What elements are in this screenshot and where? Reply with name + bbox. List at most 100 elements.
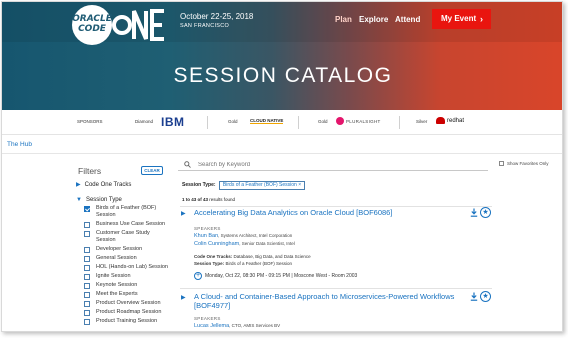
option-label: Ignite Session bbox=[96, 273, 131, 279]
divider bbox=[180, 288, 492, 289]
active-filter-chip[interactable]: Birds of a Feather (BOF) Session × bbox=[218, 181, 306, 190]
star-icon[interactable]: ★ bbox=[480, 291, 491, 302]
filters-title: Filters bbox=[78, 166, 102, 176]
download-icon[interactable] bbox=[470, 292, 478, 301]
one-logo-icon bbox=[112, 9, 164, 41]
oracle-code-logo[interactable]: ORACLE CODE bbox=[72, 5, 112, 45]
checkbox[interactable] bbox=[84, 283, 90, 289]
filter-option[interactable]: General Session bbox=[84, 255, 170, 262]
cloud-native-logo[interactable]: CLOUD NATIVE bbox=[250, 118, 284, 124]
logo-line1: ORACLE bbox=[72, 14, 112, 24]
session-type-toggle[interactable]: ▼ Session Type bbox=[76, 197, 122, 203]
favorites-only-toggle[interactable]: Show Favorites Only bbox=[499, 161, 549, 166]
type-value: Birds of a Feather (BOF) Session bbox=[225, 261, 292, 266]
nav-plan[interactable]: Plan bbox=[335, 15, 352, 24]
results-count: 1 to 43 of 43 results found bbox=[182, 197, 235, 202]
filter-option[interactable]: Developer Session bbox=[84, 246, 170, 253]
option-label: Developer Session bbox=[96, 246, 143, 252]
clear-filters-button[interactable]: CLEAR bbox=[141, 166, 163, 175]
filter-option[interactable]: Meet the Experts bbox=[84, 291, 170, 298]
nav-attend[interactable]: Attend bbox=[395, 15, 420, 24]
filters-panel: Filters CLEAR ▶ Code One Tracks ▼ Session … bbox=[70, 160, 170, 331]
option-label: Meet the Experts bbox=[96, 291, 138, 297]
search-input[interactable] bbox=[198, 160, 478, 170]
session-title[interactable]: A Cloud- and Container-Based Approach to… bbox=[194, 292, 464, 310]
speakers-label: SPEAKERS bbox=[194, 226, 221, 231]
redhat-hat-icon bbox=[436, 117, 445, 124]
close-icon[interactable]: × bbox=[298, 182, 301, 188]
speaker: Colin Cunningham, Senior Data Scientist,… bbox=[194, 241, 295, 247]
checkbox[interactable] bbox=[499, 161, 504, 166]
add-to-schedule-icon[interactable]: + bbox=[194, 272, 202, 280]
favorites-only-label: Show Favorites Only bbox=[507, 161, 549, 166]
checkbox[interactable] bbox=[84, 301, 90, 307]
option-label: Product Roadmap Session bbox=[96, 309, 162, 315]
checkbox[interactable] bbox=[84, 274, 90, 280]
filter-option[interactable]: Product Training Session bbox=[84, 318, 170, 325]
speaker-name[interactable]: Colin Cunningham bbox=[194, 241, 239, 247]
option-label: Product Training Session bbox=[96, 318, 158, 324]
code-one-tracks-toggle[interactable]: ▶ Code One Tracks bbox=[76, 181, 131, 188]
caret-right-icon[interactable]: ▶ bbox=[181, 210, 186, 217]
speaker-role: , Systems Architect, Intel Corporation bbox=[218, 233, 293, 238]
divider bbox=[399, 116, 400, 129]
tier-diamond: Diamond bbox=[135, 119, 154, 124]
download-icon[interactable] bbox=[470, 208, 478, 217]
tier-gold-1: Gold bbox=[228, 119, 238, 124]
caret-right-icon[interactable]: ▶ bbox=[181, 294, 186, 301]
option-label: General Session bbox=[96, 255, 137, 261]
page-title: SESSION CATALOG bbox=[173, 64, 393, 87]
speaker-name[interactable]: Khun Ban bbox=[194, 233, 218, 239]
option-label: Product Overview Session bbox=[96, 300, 161, 306]
event-city: SAN FRANCISCO bbox=[180, 23, 230, 29]
checkbox[interactable] bbox=[84, 256, 90, 262]
caret-right-icon: ▶ bbox=[76, 182, 81, 188]
checkbox[interactable] bbox=[84, 265, 90, 271]
divider bbox=[207, 116, 208, 129]
checkbox[interactable] bbox=[84, 310, 90, 316]
star-icon[interactable]: ★ bbox=[480, 207, 491, 218]
filter-option[interactable]: Ignite Session bbox=[84, 273, 170, 280]
speaker-role: , CTO, AMIS Services BV bbox=[229, 323, 281, 328]
filter-option[interactable]: Product Overview Session bbox=[84, 300, 170, 307]
my-event-label: My Event bbox=[441, 14, 477, 23]
tier-silver: Silver bbox=[416, 119, 428, 124]
speaker-name[interactable]: Lucas Jellema bbox=[194, 323, 229, 329]
speaker: Lucas Jellema, CTO, AMIS Services BV bbox=[194, 323, 280, 329]
checkbox[interactable] bbox=[84, 231, 90, 237]
nav-explore[interactable]: Explore bbox=[359, 15, 388, 24]
filter-option[interactable]: Product Roadmap Session bbox=[84, 309, 170, 316]
results-count-range: 1 to 43 of 43 bbox=[182, 197, 209, 202]
chevron-right-icon: › bbox=[480, 14, 483, 24]
checkbox[interactable] bbox=[84, 319, 90, 325]
checkbox[interactable] bbox=[84, 292, 90, 298]
redhat-logo[interactable]: redhat bbox=[447, 118, 464, 124]
filter-option[interactable]: Birds of a Feather (BOF) Session bbox=[84, 205, 170, 219]
pluralsight-logo[interactable]: PLURALSIGHT bbox=[346, 119, 381, 124]
checkbox[interactable] bbox=[84, 206, 90, 212]
speaker: Khun Ban, Systems Architect, Intel Corpo… bbox=[194, 233, 292, 239]
filter-option[interactable]: Keynote Session bbox=[84, 282, 170, 289]
checkbox[interactable] bbox=[84, 222, 90, 228]
session-type-label: Session Type bbox=[85, 197, 122, 203]
session-schedule: + Monday, Oct 22, 08:30 PM - 09:15 PM | … bbox=[194, 272, 357, 280]
search-bar bbox=[178, 159, 488, 171]
active-filter-row: Session Type: Birds of a Feather (BOF) S… bbox=[182, 181, 306, 190]
filter-option[interactable]: Business Use Case Session bbox=[84, 221, 170, 228]
tracks-label: Code One Tracks: bbox=[194, 254, 233, 259]
session-tracks: Code One Tracks: Database, Big Data, and… bbox=[194, 254, 311, 260]
hub-link[interactable]: The Hub bbox=[7, 141, 32, 148]
filter-option[interactable]: HOL (Hands-on Lab) Session bbox=[84, 264, 170, 271]
checkbox[interactable] bbox=[84, 247, 90, 253]
event-date: October 22-25, 2018 bbox=[180, 12, 254, 21]
session-type: Session Type: Birds of a Feather (BOF) S… bbox=[194, 261, 292, 267]
my-event-button[interactable]: My Event › bbox=[432, 9, 491, 29]
filter-option[interactable]: Customer Case Study Session bbox=[84, 230, 170, 244]
session-title[interactable]: Accelerating Big Data Analytics on Oracl… bbox=[194, 208, 464, 217]
ibm-logo[interactable]: IBM bbox=[161, 115, 185, 129]
option-label: Keynote Session bbox=[96, 282, 138, 288]
option-label: Business Use Case Session bbox=[96, 221, 166, 227]
tracks-label: Code One Tracks bbox=[84, 182, 132, 188]
pluralsight-icon bbox=[336, 117, 344, 125]
speaker-role: , Senior Data Scientist, Intel bbox=[239, 241, 295, 246]
